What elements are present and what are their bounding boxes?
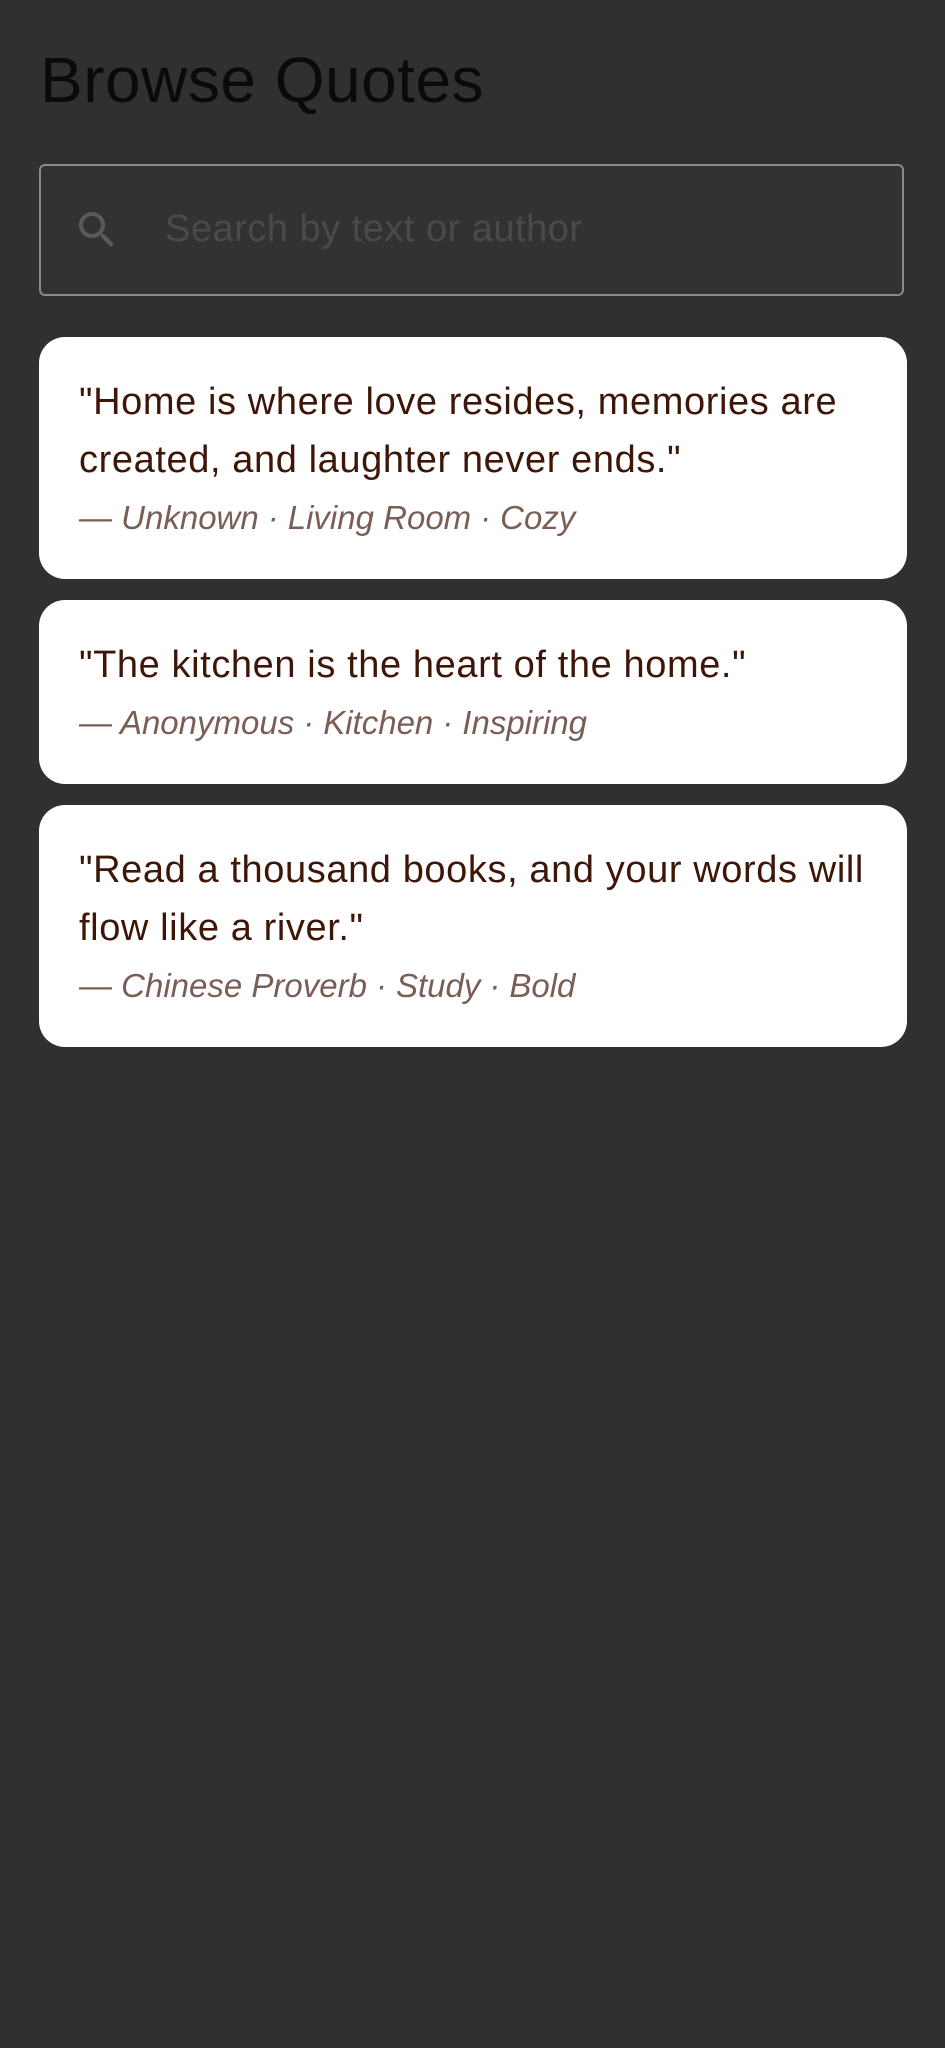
quote-meta: — Anonymous · Kitchen · Inspiring: [79, 700, 867, 746]
quote-room: Living Room: [287, 499, 472, 536]
quote-author: — Anonymous: [79, 704, 295, 741]
page-title: Browse Quotes: [40, 44, 485, 116]
quote-card[interactable]: "Home is where love resides, memories ar…: [39, 337, 907, 579]
quote-text: "The kitchen is the heart of the home.": [79, 644, 747, 686]
quote-mood: Cozy: [500, 499, 576, 536]
quote-author: — Unknown: [79, 499, 259, 536]
quote-room: Kitchen: [323, 704, 434, 741]
meta-separator: ·: [267, 499, 279, 536]
quote-mood: Bold: [509, 967, 576, 1004]
search-icon: [73, 206, 121, 254]
quote-meta: — Chinese Proverb · Study · Bold: [79, 963, 867, 1009]
quote-mood: Inspiring: [462, 704, 588, 741]
quote-text: "Home is where love resides, memories ar…: [79, 381, 838, 481]
meta-separator: ·: [489, 967, 501, 1004]
quote-card[interactable]: "The kitchen is the heart of the home." …: [39, 600, 907, 784]
search-input[interactable]: [165, 166, 885, 293]
meta-separator: ·: [303, 704, 315, 741]
quote-list: "Home is where love resides, memories ar…: [39, 337, 907, 1068]
quote-text: "Read a thousand books, and your words w…: [79, 849, 864, 949]
quote-card[interactable]: "Read a thousand books, and your words w…: [39, 805, 907, 1047]
search-bar[interactable]: [39, 164, 904, 296]
quote-room: Study: [395, 967, 481, 1004]
meta-separator: ·: [442, 704, 454, 741]
meta-separator: ·: [375, 967, 387, 1004]
meta-separator: ·: [480, 499, 492, 536]
quote-author: — Chinese Proverb: [79, 967, 367, 1004]
quote-meta: — Unknown · Living Room · Cozy: [79, 495, 867, 541]
